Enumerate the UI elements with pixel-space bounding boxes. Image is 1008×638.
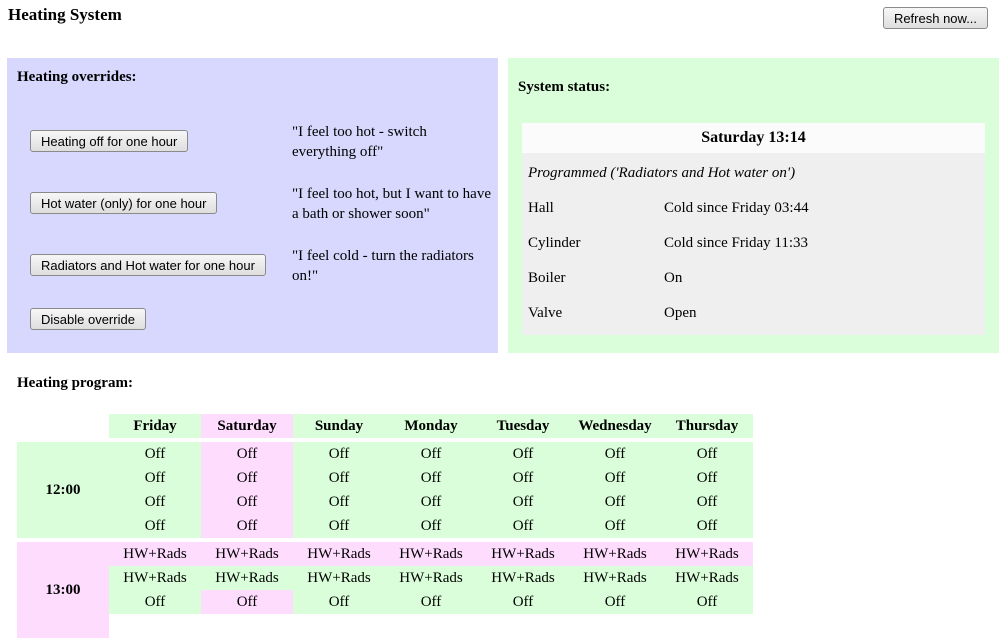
program-cell[interactable]: Off [569, 590, 661, 614]
program-cell[interactable]: Off [293, 514, 385, 538]
day-header-sunday: Sunday [293, 414, 385, 438]
program-cell[interactable]: Off [293, 590, 385, 614]
day-header-saturday: Saturday [201, 414, 293, 438]
program-cell[interactable]: HW+Rads [385, 566, 477, 590]
program-cell[interactable]: Off [201, 490, 293, 514]
program-cell[interactable]: Off [201, 590, 293, 614]
program-cell[interactable]: Off [109, 442, 201, 466]
program-cell[interactable]: Off [661, 466, 753, 490]
program-cell[interactable]: HW+Rads [477, 542, 569, 566]
program-cell[interactable]: Off [661, 590, 753, 614]
program-cell[interactable]: Off [569, 466, 661, 490]
program-cell[interactable]: HW+Rads [201, 542, 293, 566]
program-cell[interactable]: HW+Rads [201, 566, 293, 590]
program-cell[interactable]: HW+Rads [661, 542, 753, 566]
program-cell[interactable]: Off [477, 442, 569, 466]
program-cell[interactable]: Off [661, 442, 753, 466]
program-cell[interactable]: HW+Rads [293, 566, 385, 590]
day-header-tuesday: Tuesday [477, 414, 569, 438]
program-cell[interactable]: Off [661, 490, 753, 514]
program-grid: Friday Saturday Sunday Monday Tuesday Wednesd… [0, 0, 1008, 638]
program-cell[interactable]: Off [385, 514, 477, 538]
program-cell[interactable]: HW+Rads [293, 542, 385, 566]
program-cell[interactable]: Off [201, 514, 293, 538]
program-cell[interactable]: Off [477, 466, 569, 490]
day-header-wednesday: Wednesday [569, 414, 661, 438]
program-cell[interactable]: Off [109, 466, 201, 490]
program-cell[interactable]: Off [293, 490, 385, 514]
program-cell[interactable]: Off [201, 442, 293, 466]
program-cell[interactable]: Off [569, 490, 661, 514]
program-cell[interactable]: Off [109, 590, 201, 614]
program-cell[interactable]: HW+Rads [661, 566, 753, 590]
time-slot-label: 12:00 [17, 442, 109, 538]
program-cell[interactable]: Off [109, 490, 201, 514]
program-cell[interactable]: Off [201, 466, 293, 490]
program-cell[interactable]: Off [569, 514, 661, 538]
program-cell[interactable]: HW+Rads [477, 566, 569, 590]
program-cell[interactable]: Off [477, 514, 569, 538]
program-cell[interactable]: Off [569, 442, 661, 466]
program-cell[interactable]: Off [477, 590, 569, 614]
program-cell[interactable]: Off [293, 442, 385, 466]
day-header-friday: Friday [109, 414, 201, 438]
program-cell[interactable]: Off [109, 514, 201, 538]
program-cell[interactable]: Off [293, 466, 385, 490]
program-cell[interactable]: HW+Rads [109, 542, 201, 566]
day-header-thursday: Thursday [661, 414, 753, 438]
program-cell[interactable]: HW+Rads [569, 542, 661, 566]
time-slot-label: 13:00 [17, 542, 109, 638]
program-cell[interactable]: Off [477, 490, 569, 514]
program-cell[interactable]: Off [661, 514, 753, 538]
program-cell[interactable]: Off [385, 590, 477, 614]
day-header-monday: Monday [385, 414, 477, 438]
program-cell[interactable]: HW+Rads [569, 566, 661, 590]
program-cell[interactable]: Off [385, 466, 477, 490]
program-cell[interactable]: Off [385, 442, 477, 466]
program-cell[interactable]: HW+Rads [385, 542, 477, 566]
program-cell[interactable]: Off [385, 490, 477, 514]
program-cell[interactable]: HW+Rads [109, 566, 201, 590]
